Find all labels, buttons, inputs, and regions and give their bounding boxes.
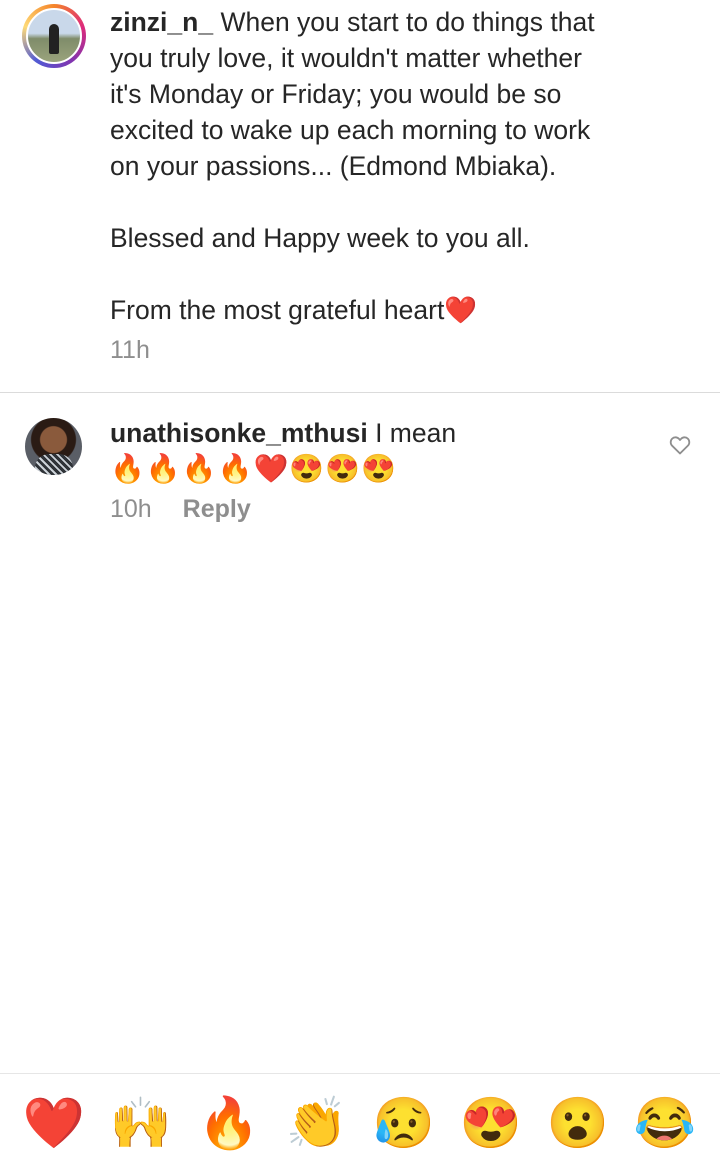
reaction-clapping-hands-icon[interactable]: 👏 [284, 1092, 350, 1154]
author-avatar-story-ring[interactable] [22, 4, 86, 68]
caption-line-1-text: When you start to do things that [220, 7, 595, 37]
avatar-photo-clothing [35, 454, 73, 475]
commenter-username[interactable]: unathisonke_mthusi [110, 418, 368, 448]
author-avatar[interactable] [26, 8, 82, 64]
comment-timestamp: 10h [110, 495, 152, 523]
commenter-avatar[interactable] [25, 418, 82, 475]
reaction-heart-eyes-icon[interactable]: 😍 [458, 1092, 524, 1154]
caption-line-1: zinzi_n_ When you start to do things tha… [110, 4, 690, 40]
avatar-photo-figure [49, 24, 59, 54]
caption-username[interactable]: zinzi_n_ [110, 7, 213, 37]
reaction-tears-of-joy-icon[interactable]: 😂 [632, 1092, 698, 1154]
comment-body: unathisonke_mthusi I mean 🔥🔥🔥🔥❤️😍😍😍 10h … [110, 415, 650, 527]
comment-emoji-text: 🔥🔥🔥🔥❤️😍😍😍 [110, 453, 397, 484]
caption-paragraph-3: From the most grateful heart❤️ [110, 295, 478, 325]
reaction-raising-hands-icon[interactable]: 🙌 [108, 1092, 174, 1154]
caption-line-5: on your passions... (Edmond Mbiaka). [110, 151, 557, 181]
comment-text-line: unathisonke_mthusi I mean [110, 415, 650, 451]
caption-line-2: you truly love, it wouldn't matter wheth… [110, 43, 582, 73]
reaction-surprised-face-icon[interactable]: 😮 [545, 1092, 611, 1154]
caption-line-4: excited to wake up each morning to work [110, 115, 591, 145]
like-heart-icon[interactable] [668, 433, 692, 457]
comment-text: I mean [375, 418, 457, 448]
emoji-reaction-bar: ❤️ 🙌 🔥 👏 😥 😍 😮 😂 [0, 1074, 720, 1172]
caption-line-3: it's Monday or Friday; you would be so [110, 79, 562, 109]
reaction-sad-face-icon[interactable]: 😥 [371, 1092, 437, 1154]
reply-button[interactable]: Reply [183, 495, 251, 523]
comment-item: unathisonke_mthusi I mean 🔥🔥🔥🔥❤️😍😍😍 10h … [0, 393, 720, 543]
post-caption: zinzi_n_ When you start to do things tha… [0, 0, 720, 392]
reaction-fire-icon[interactable]: 🔥 [196, 1092, 262, 1154]
caption-text: zinzi_n_ When you start to do things tha… [110, 4, 690, 328]
reaction-heart-icon[interactable]: ❤️ [21, 1092, 87, 1154]
caption-timestamp: 11h [110, 336, 150, 364]
caption-paragraph-2: Blessed and Happy week to you all. [110, 223, 530, 253]
comment-meta: 10h Reply [110, 491, 650, 527]
